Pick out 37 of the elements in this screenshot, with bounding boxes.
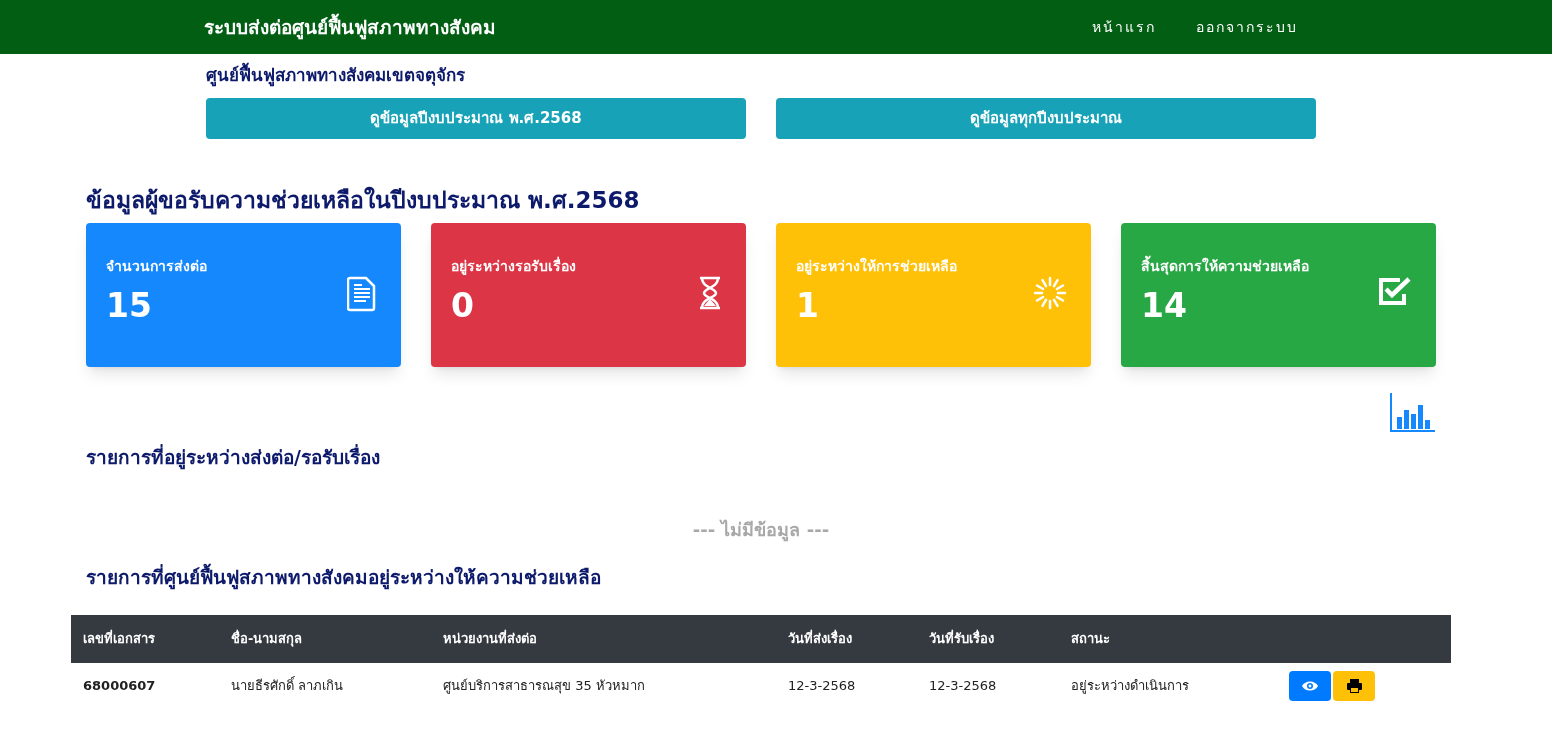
column-header: หน่วยงานที่ส่งต่อ [443,631,537,647]
spinner-icon [1033,276,1067,310]
nav-link[interactable]: หน้าแรก [1092,16,1156,38]
table-cell: นายธีรศักดิ์ ลาภเกิน [231,678,344,694]
stat-label: อยู่ระหว่างรอรับเรื่อง [451,256,576,277]
stat-label: สิ้นสุดการให้ความช่วยเหลือ [1141,256,1309,277]
section-heading: รายการที่อยู่ระหว่างส่งต่อ/รอรับเรื่อง [86,443,381,472]
section-heading: ข้อมูลผู้ขอรับความช่วยเหลือในปีงบประมาณ พ.ศ.2568 [86,185,641,217]
column-header: วันที่รับเรื่อง [929,631,994,647]
stat-value: 1 [796,285,820,327]
stat-label: อยู่ระหว่างให้การช่วยเหลือ [796,256,957,277]
center-name: ศูนย์ฟื้นฟูสภาพทางสังคมเขตจตุจักร [206,63,1316,89]
table-cell: 68000607 [83,678,156,694]
stat-value: 15 [106,285,153,327]
eye-icon [1302,680,1318,692]
column-header: เลขที่เอกสาร [83,631,155,647]
print-button[interactable] [1333,671,1375,701]
view-button[interactable] [1289,671,1331,701]
nav-link[interactable]: ออกจากระบบ [1196,16,1298,38]
hourglass-icon [698,276,722,310]
table-cell: 12-3-2568 [929,678,997,694]
document-icon [347,276,377,312]
stat-label: จำนวนการส่งต่อ [106,257,207,276]
section-heading: รายการที่ศูนย์ฟื้นฟูสภาพทางสังคมอยู่ระหว่างให้ความช่วยเหลือ [86,562,602,591]
printer-icon [1346,679,1362,693]
column-header: สถานะ [1071,631,1110,647]
bar-chart-icon[interactable] [1390,393,1436,433]
column-header: ชื่อ-นามสกุล [231,631,303,647]
table-cell: ศูนย์บริการสาธารณสุข 35 หัวหมาก [443,678,645,694]
column-header: วันที่ส่งเรื่อง [788,631,852,647]
checked-box-icon [1378,276,1412,306]
table-cell: อยู่ระหว่างดำเนินการ [1071,678,1189,694]
app-title: ระบบส่งต่อศูนย์ฟื้นฟูสภาพทางสังคม [204,12,496,42]
stat-value: 0 [451,285,475,327]
stat-value: 14 [1141,285,1188,327]
empty-message: --- ไม่มีข้อมูล --- [691,517,831,543]
table-cell: 12-3-2568 [788,678,856,694]
